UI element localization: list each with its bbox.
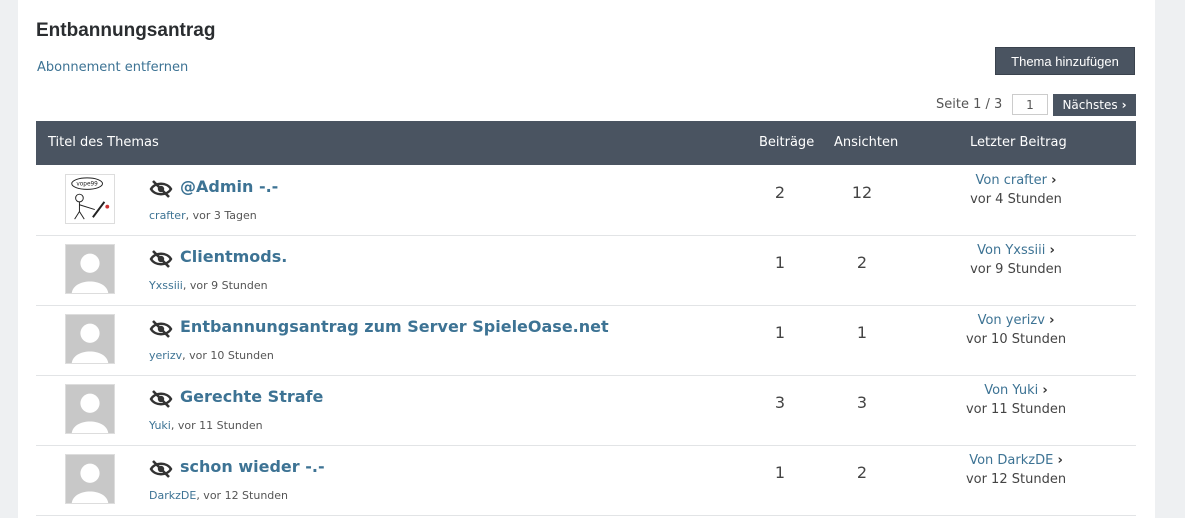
topic-age: , vor 10 Stunden xyxy=(182,349,274,362)
topic-meta: DarkzDE, vor 12 Stunden xyxy=(149,489,288,502)
topic-author-link[interactable]: DarkzDE xyxy=(149,489,196,502)
topic-author-link[interactable]: Yxssiii xyxy=(149,279,183,292)
last-post-author-link[interactable]: Von Yuki xyxy=(984,383,1038,398)
hidden-eye-icon xyxy=(149,459,173,479)
page-title: Entbannungsantrag xyxy=(36,20,216,41)
chevron-right-icon[interactable]: › xyxy=(1042,383,1047,398)
hidden-eye-icon xyxy=(149,179,173,199)
last-post: Von crafter › vor 4 Stunden xyxy=(916,173,1116,207)
table-row: schon wieder -.- DarkzDE, vor 12 Stunden 1… xyxy=(36,445,1136,516)
table-row: Entbannungsantrag zum Server SpieleOase.… xyxy=(36,305,1136,376)
topic-meta: yerizv, vor 10 Stunden xyxy=(149,349,274,362)
avatar[interactable] xyxy=(65,244,115,294)
last-post-time: vor 11 Stunden xyxy=(965,402,1067,417)
last-post: Von yerizv › vor 10 Stunden xyxy=(916,313,1116,347)
next-page-button[interactable]: Nächstes › xyxy=(1053,94,1136,116)
header-last-post: Letzter Beitrag xyxy=(970,135,1067,150)
topic-title-link[interactable]: Entbannungsantrag zum Server SpieleOase.… xyxy=(180,317,609,336)
table-row: Clientmods. Yxssiii, vor 9 Stunden 1 2 Von Y… xyxy=(36,235,1136,306)
topic-title-link[interactable]: Clientmods. xyxy=(180,247,287,266)
views-count: 12 xyxy=(851,183,873,202)
header-views: Ansichten xyxy=(834,135,899,150)
table-row: Gerechte Strafe Yuki, vor 11 Stunden 3 3 Von… xyxy=(36,375,1136,446)
topic-age: , vor 11 Stunden xyxy=(170,419,263,432)
topic-title-link[interactable]: Gerechte Strafe xyxy=(180,387,323,406)
posts-count: 2 xyxy=(774,183,786,202)
topic-meta: Yxssiii, vor 9 Stunden xyxy=(149,279,268,292)
posts-count: 1 xyxy=(774,323,786,342)
last-post-author-link[interactable]: Von DarkzDE xyxy=(969,453,1053,468)
last-post-time: vor 12 Stunden xyxy=(965,472,1067,487)
avatar-text: vope99 xyxy=(76,182,98,188)
topic-title-link[interactable]: schon wieder -.- xyxy=(180,457,325,476)
add-topic-button[interactable]: Thema hinzufügen xyxy=(995,47,1135,75)
pager-label: Seite 1 / 3 xyxy=(936,97,1003,112)
posts-count: 1 xyxy=(774,463,786,482)
topic-age: , vor 12 Stunden xyxy=(196,489,289,502)
avatar[interactable]: vope99 xyxy=(65,174,115,224)
last-post: Von Yuki › vor 11 Stunden xyxy=(916,383,1116,417)
views-count: 3 xyxy=(856,393,868,412)
topic-meta: crafter, vor 3 Tagen xyxy=(149,209,257,222)
posts-count: 3 xyxy=(774,393,786,412)
hidden-eye-icon xyxy=(149,249,173,269)
topic-meta: Yuki, vor 11 Stunden xyxy=(149,419,263,432)
page-number-input[interactable] xyxy=(1012,94,1048,115)
avatar[interactable] xyxy=(65,384,115,434)
views-count: 1 xyxy=(856,323,868,342)
chevron-right-icon[interactable]: › xyxy=(1051,173,1056,188)
last-post-time: vor 10 Stunden xyxy=(965,332,1067,347)
last-post-time: vor 4 Stunden xyxy=(970,192,1062,207)
chevron-right-icon[interactable]: › xyxy=(1049,313,1054,328)
next-page-label: Nächstes xyxy=(1062,98,1118,112)
hidden-eye-icon xyxy=(149,389,173,409)
views-count: 2 xyxy=(856,463,868,482)
last-post: Von DarkzDE › vor 12 Stunden xyxy=(916,453,1116,487)
topic-author-link[interactable]: crafter xyxy=(149,209,186,222)
table-row: vope99 @Admin -.- crafter, vor 3 Tagen 2 12 V… xyxy=(36,165,1136,236)
avatar[interactable] xyxy=(65,454,115,504)
header-posts: Beiträge xyxy=(759,135,815,150)
table-header: Titel des Themas Beiträge Ansichten Letz… xyxy=(36,121,1136,165)
last-post-author-link[interactable]: Von yerizv xyxy=(978,313,1045,328)
topic-title-link[interactable]: @Admin -.- xyxy=(180,177,278,196)
topic-author-link[interactable]: Yuki xyxy=(149,419,171,432)
last-post-author-link[interactable]: Von Yxssiii xyxy=(977,243,1045,258)
last-post: Von Yxssiii › vor 9 Stunden xyxy=(916,243,1116,277)
views-count: 2 xyxy=(856,253,868,272)
chevron-right-icon[interactable]: › xyxy=(1057,453,1062,468)
chevron-right-icon[interactable]: › xyxy=(1050,243,1055,258)
posts-count: 1 xyxy=(774,253,786,272)
header-title: Titel des Themas xyxy=(48,135,159,150)
topic-author-link[interactable]: yerizv xyxy=(149,349,182,362)
last-post-time: vor 9 Stunden xyxy=(970,262,1062,277)
avatar[interactable] xyxy=(65,314,115,364)
chevron-right-icon: › xyxy=(1121,98,1127,112)
last-post-author-link[interactable]: Von crafter xyxy=(976,173,1047,188)
unsubscribe-link[interactable]: Abonnement entfernen xyxy=(37,60,188,75)
hidden-eye-icon xyxy=(149,319,173,339)
topic-age: , vor 3 Tagen xyxy=(185,209,257,222)
topic-age: , vor 9 Stunden xyxy=(182,279,268,292)
